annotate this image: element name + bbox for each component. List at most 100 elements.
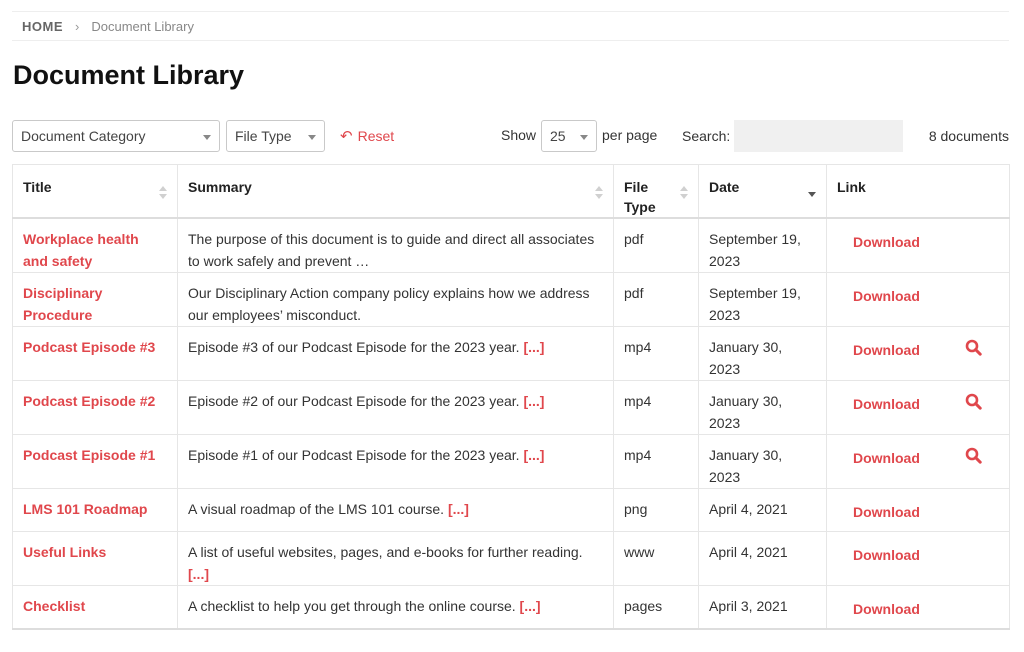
breadcrumb-current: Document Library (91, 18, 194, 34)
table-row: Podcast Episode #2 Episode #2 of our Podc… (12, 380, 1010, 435)
summary-cell: Episode #1 of our Podcast Episode for th… (177, 434, 614, 489)
summary-text: Episode #1 of our Podcast Episode for th… (188, 447, 520, 463)
link-cell: Download (826, 380, 1010, 435)
date-cell: September 19, 2023 (698, 217, 827, 273)
link-cell: Download (826, 585, 1010, 630)
search-icon[interactable] (965, 393, 982, 416)
file-type-value: File Type (235, 128, 292, 144)
sort-icon (159, 186, 167, 200)
search-label: Search: (682, 128, 731, 144)
chevron-down-icon (203, 135, 211, 140)
document-count: 8 documents (928, 128, 1009, 144)
column-title-label: Title (23, 179, 52, 195)
summary-cell: The purpose of this document is to guide… (177, 217, 614, 273)
table-row: Workplace health and safety The purpose o… (12, 217, 1010, 273)
table-row: Podcast Episode #1 Episode #1 of our Podc… (12, 434, 1010, 489)
column-header-file-type[interactable]: File Type (613, 164, 699, 219)
read-more-link[interactable]: [...] (523, 393, 544, 409)
document-title-link[interactable]: LMS 101 Roadmap (23, 501, 147, 517)
title-cell: Podcast Episode #1 (12, 434, 178, 489)
page-size-select[interactable]: 25 (541, 120, 597, 152)
download-link[interactable]: Download (853, 231, 920, 253)
download-link[interactable]: Download (853, 339, 920, 361)
breadcrumb-separator: › (75, 18, 80, 34)
document-title-link[interactable]: Disciplinary Procedure (23, 285, 102, 323)
title-cell: Useful Links (12, 531, 178, 586)
summary-cell: A checklist to help you get through the … (177, 585, 614, 630)
summary-text: A checklist to help you get through the … (188, 598, 516, 614)
summary-cell: Episode #2 of our Podcast Episode for th… (177, 380, 614, 435)
reset-label: Reset (357, 128, 395, 144)
table-row: Podcast Episode #3 Episode #3 of our Podc… (12, 326, 1010, 381)
summary-cell: A list of useful websites, pages, and e-… (177, 531, 614, 586)
link-cell: Download (826, 326, 1010, 381)
date-cell: January 30, 2023 (698, 380, 827, 435)
per-page-label: per page (602, 127, 658, 143)
file-type-cell: www (613, 531, 699, 586)
column-date-label: Date (709, 179, 740, 195)
read-more-link[interactable]: [...] (448, 501, 469, 517)
document-title-link[interactable]: Checklist (23, 598, 85, 614)
document-title-link[interactable]: Podcast Episode #2 (23, 393, 155, 409)
sort-descending-icon (808, 186, 816, 200)
download-link[interactable]: Download (853, 447, 920, 469)
read-more-link[interactable]: [...] (523, 339, 544, 355)
summary-text: Episode #3 of our Podcast Episode for th… (188, 339, 520, 355)
file-type-select[interactable]: File Type (226, 120, 325, 152)
read-more-link[interactable]: [...] (520, 598, 541, 614)
date-cell: April 4, 2021 (698, 488, 827, 532)
file-type-cell: png (613, 488, 699, 532)
reset-button[interactable]: ↶ Reset (340, 127, 394, 145)
date-cell: January 30, 2023 (698, 326, 827, 381)
summary-text: Our Disciplinary Action company policy e… (188, 285, 590, 323)
file-type-cell: pdf (613, 217, 699, 273)
file-type-cell: mp4 (613, 326, 699, 381)
read-more-link[interactable]: [...] (188, 566, 209, 582)
column-header-summary[interactable]: Summary (177, 164, 614, 219)
column-summary-label: Summary (188, 179, 252, 195)
download-link[interactable]: Download (853, 393, 920, 415)
document-title-link[interactable]: Workplace health and safety (23, 231, 139, 269)
date-cell: April 3, 2021 (698, 585, 827, 630)
link-cell: Download (826, 272, 1010, 327)
summary-text: A list of useful websites, pages, and e-… (188, 544, 583, 560)
title-cell: Disciplinary Procedure (12, 272, 178, 327)
document-category-select[interactable]: Document Category (12, 120, 220, 152)
search-icon[interactable] (965, 339, 982, 362)
title-cell: LMS 101 Roadmap (12, 488, 178, 532)
summary-text: Episode #2 of our Podcast Episode for th… (188, 393, 520, 409)
download-link[interactable]: Download (853, 501, 920, 523)
file-type-cell: pages (613, 585, 699, 630)
show-label: Show (501, 127, 537, 143)
sort-icon (680, 186, 688, 200)
title-cell: Checklist (12, 585, 178, 630)
summary-cell: Episode #3 of our Podcast Episode for th… (177, 326, 614, 381)
column-header-link: Link (826, 164, 1010, 219)
date-cell: January 30, 2023 (698, 434, 827, 489)
document-title-link[interactable]: Podcast Episode #3 (23, 339, 155, 355)
date-cell: September 19, 2023 (698, 272, 827, 327)
download-link[interactable]: Download (853, 544, 920, 566)
document-title-link[interactable]: Useful Links (23, 544, 106, 560)
document-title-link[interactable]: Podcast Episode #1 (23, 447, 155, 463)
read-more-link[interactable]: [...] (523, 447, 544, 463)
search-input[interactable] (734, 120, 903, 152)
summary-text: The purpose of this document is to guide… (188, 231, 595, 269)
undo-icon: ↶ (340, 128, 353, 145)
column-file-type-label: File Type (624, 179, 656, 215)
breadcrumb: HOME › Document Library (12, 11, 1009, 41)
chevron-down-icon (308, 135, 316, 140)
title-cell: Podcast Episode #2 (12, 380, 178, 435)
search-icon[interactable] (965, 447, 982, 470)
chevron-down-icon (580, 135, 588, 140)
table-row: Useful Links A list of useful websites, p… (12, 531, 1010, 586)
page-title: Document Library (13, 60, 245, 90)
column-header-title[interactable]: Title (12, 164, 178, 219)
download-link[interactable]: Download (853, 285, 920, 307)
breadcrumb-home-link[interactable]: HOME (22, 19, 63, 34)
sort-icon (595, 186, 603, 200)
link-cell: Download (826, 531, 1010, 586)
column-header-date[interactable]: Date (698, 164, 827, 219)
link-cell: Download (826, 217, 1010, 273)
download-link[interactable]: Download (853, 598, 920, 620)
